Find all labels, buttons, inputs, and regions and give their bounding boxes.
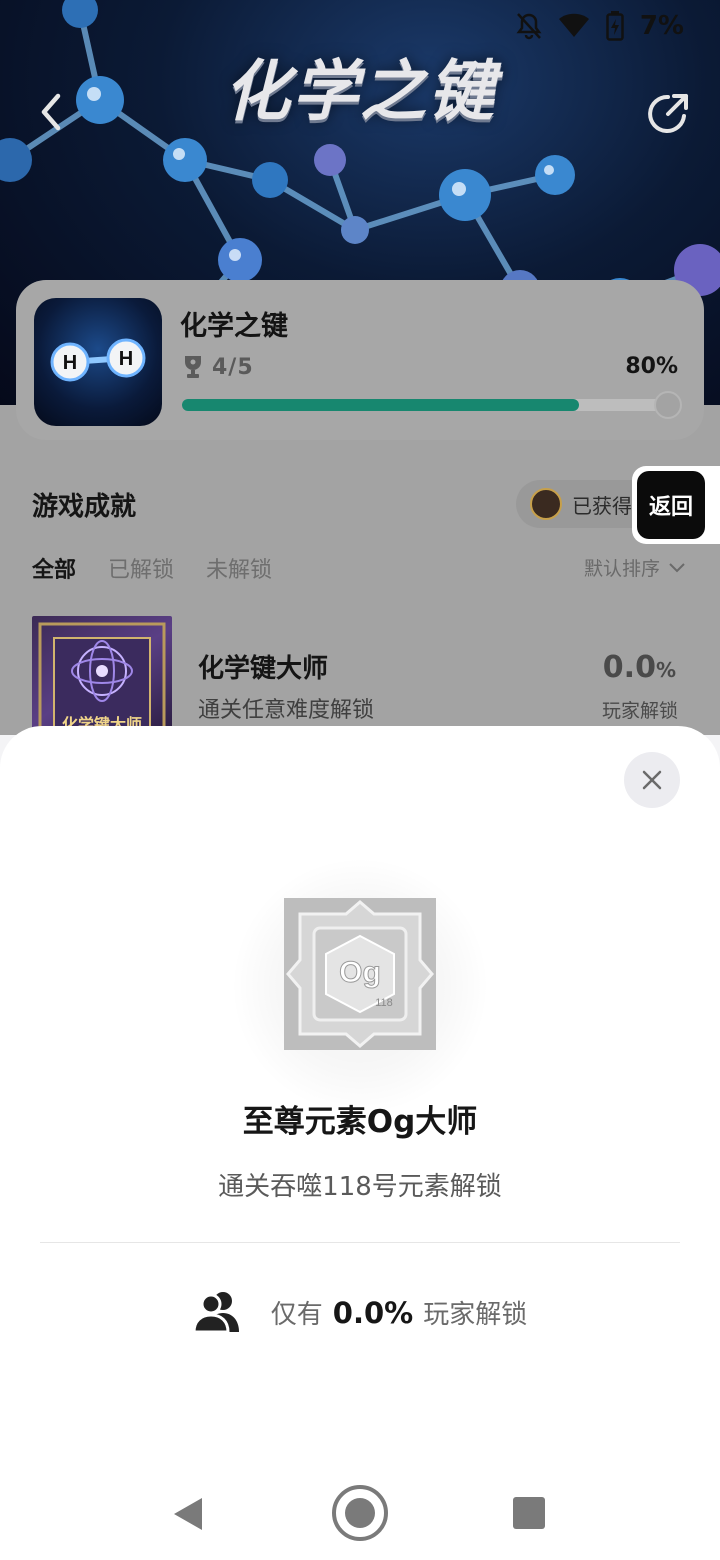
nav-back-icon[interactable] xyxy=(170,1494,204,1534)
achievement-badge: Og 118 xyxy=(284,898,436,1050)
wifi-icon xyxy=(558,13,589,37)
game-progress-bar xyxy=(182,391,682,419)
badge-symbol: Og xyxy=(339,956,381,989)
atom-letter-right: H xyxy=(119,348,133,370)
achievement-percent-label: 玩家解锁 xyxy=(601,700,678,722)
game-card: H H 化学之键 4/5 80% xyxy=(16,280,704,440)
tab-locked[interactable]: 未解锁 xyxy=(206,552,272,584)
banner-title: 化学之键 xyxy=(224,52,496,130)
achievement-detail-sheet: Og 118 至尊元素Og大师 通关吞噬118号元素解锁 仅有 0.0% 玩家解… xyxy=(0,726,720,1560)
users-icon xyxy=(192,1292,239,1334)
system-nav-bar xyxy=(0,1470,720,1560)
close-button[interactable] xyxy=(624,752,680,808)
unlock-percent: 0.0% xyxy=(332,1295,414,1330)
achievement-percent-unit: % xyxy=(655,658,676,682)
unlock-stat-row: 仅有 0.0% 玩家解锁 xyxy=(0,1290,720,1334)
chevron-left-icon xyxy=(41,93,61,131)
sheet-description: 通关吞噬118号元素解锁 xyxy=(218,1172,502,1202)
nav-home-icon[interactable] xyxy=(331,1484,389,1542)
achievement-thumbnail: 化学键大师 xyxy=(32,616,172,735)
achievement-name: 化学键大师 xyxy=(198,654,329,684)
progress-end-icon xyxy=(654,391,682,419)
game-name: 化学之键 xyxy=(180,311,288,342)
return-button[interactable]: 返回 xyxy=(632,466,720,544)
game-progress-fill xyxy=(182,399,579,411)
sheet-title: 至尊元素Og大师 xyxy=(242,1104,478,1140)
nav-recent-icon[interactable] xyxy=(513,1497,545,1529)
achievement-description: 通关任意难度解锁 xyxy=(198,698,375,723)
share-button[interactable] xyxy=(646,92,690,136)
earned-label: 已获得 xyxy=(572,493,632,518)
tab-all[interactable]: 全部 xyxy=(32,552,76,584)
unlock-suffix: 玩家解锁 xyxy=(423,1299,528,1330)
trophy-count: 4/5 xyxy=(212,354,254,380)
tab-unlocked[interactable]: 已解锁 xyxy=(108,552,174,584)
close-icon xyxy=(642,770,662,790)
battery-charging-icon xyxy=(606,11,624,41)
chevron-down-icon xyxy=(669,562,685,572)
game-progress-percent: 80% xyxy=(625,354,678,379)
unlock-prefix: 仅有 xyxy=(270,1299,323,1330)
achievement-percent-number: 0.0 xyxy=(602,650,656,685)
battery-percent: 7% xyxy=(639,11,684,41)
trophy-count-row: 4/5 xyxy=(182,354,254,380)
achievement-percent: 0.0% xyxy=(603,650,676,685)
atom-letter-left: H xyxy=(63,352,77,374)
sort-dropdown[interactable]: 默认排序 xyxy=(584,554,686,581)
sort-label: 默认排序 xyxy=(583,558,660,580)
unlock-text: 仅有 0.0% 玩家解锁 xyxy=(271,1294,527,1331)
return-button-label: 返回 xyxy=(637,471,705,539)
achievement-tabs: 全部 已解锁 未解锁 xyxy=(32,552,272,584)
avatar xyxy=(530,488,562,520)
back-button[interactable] xyxy=(32,92,72,132)
achievement-row[interactable]: 化学键大师 化学键大师 通关任意难度解锁 0.0% 玩家解锁 xyxy=(32,616,688,735)
achievements-heading: 游戏成就 xyxy=(32,492,137,522)
badge-number: 118 xyxy=(375,997,393,1009)
game-icon: H H xyxy=(34,298,162,426)
share-icon xyxy=(648,94,688,133)
trophy-icon xyxy=(185,356,201,378)
mute-icon xyxy=(516,13,542,40)
divider xyxy=(40,1242,680,1243)
status-bar: 7% xyxy=(516,10,684,42)
